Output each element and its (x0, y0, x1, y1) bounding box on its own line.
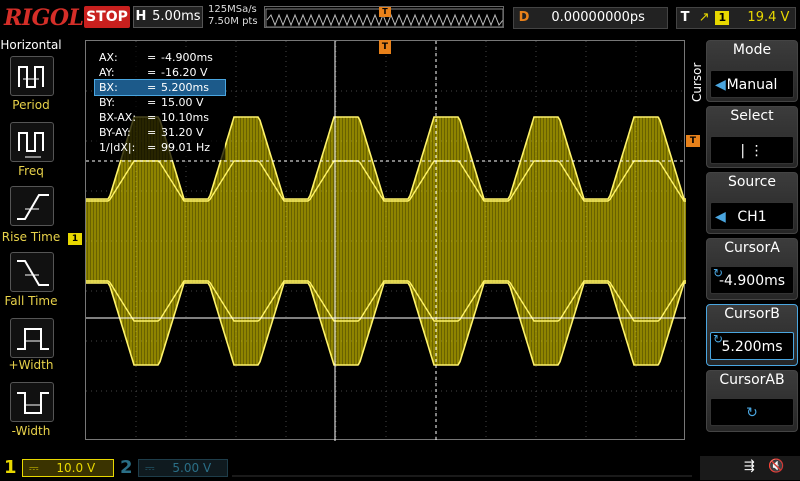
mode-value: ◀ Manual (710, 70, 794, 98)
source-value: ◀ CH1 (710, 202, 794, 230)
frequency-button[interactable] (10, 122, 54, 162)
trigger-indicator[interactable]: T ↗ 1 19.4 V (676, 7, 796, 29)
status-bar-stripes (232, 459, 692, 477)
cursor-ab-knob-icon: ↻ (710, 398, 794, 426)
ch2-number[interactable]: 2 (120, 457, 136, 479)
top-status-bar: RIGOL STOP H 5.00ms 125MSa/s 7.50M pts T… (0, 0, 800, 36)
delay-key: D (518, 10, 530, 25)
readout-row-by: BY: = 15.00 V (99, 96, 204, 109)
cursor-ab-label: CursorAB (719, 372, 785, 388)
readout-row-ax: AX: = -4.900ms (99, 51, 213, 64)
ch1-offset-marker[interactable]: 1 (68, 233, 82, 245)
positive-width-button[interactable] (10, 318, 54, 358)
dc-coupling-icon: ⎓ (145, 461, 155, 475)
horizontal-measure-menu: Horizontal Period Freq Rise Time Fall Ti… (0, 36, 62, 456)
timebase-indicator[interactable]: H 5.00ms (133, 6, 203, 28)
mode-label: Mode (732, 42, 772, 58)
sample-rate: 125MSa/s (208, 4, 257, 15)
left-arrow-icon: ◀ (715, 77, 726, 93)
negative-width-button[interactable] (10, 382, 54, 422)
mute-icon: 🔇 (768, 459, 785, 474)
stripe-decoration (232, 475, 692, 477)
source-label: Source (727, 174, 777, 190)
cursor-a-label: CursorA (724, 240, 780, 256)
positive-width-label: +Width (8, 358, 54, 372)
rotate-knob-icon: ↻ (713, 266, 724, 280)
delay-indicator[interactable]: D 0.00000000ps (513, 7, 668, 29)
timebase-value: 5.00ms (152, 9, 201, 24)
fall-time-icon (17, 260, 49, 286)
system-status-area: ⇶ 🔇 (700, 456, 800, 480)
select-value: | ⋮ (710, 136, 794, 164)
memory-overview-bar: T (264, 6, 504, 28)
run-stop-indicator[interactable]: STOP (84, 6, 130, 28)
positive-width-icon (17, 328, 49, 350)
usb-icon: ⇶ (744, 459, 755, 474)
dc-coupling-icon: ⎓ (29, 461, 39, 475)
trigger-key: T (680, 10, 690, 25)
rigol-logo: RIGOL (4, 5, 84, 31)
cursor-a-value: ↻ -4.900ms (710, 266, 794, 294)
trigger-time-marker[interactable]: T (379, 40, 391, 54)
ch2-scale-box[interactable]: ⎓ 5.00 V (138, 459, 228, 477)
cursor-b-value: ↻ 5.200ms (710, 332, 794, 360)
negative-width-icon (17, 392, 49, 414)
readout-row-ay: AY: = -16.20 V (99, 66, 208, 79)
left-arrow-icon: ◀ (715, 209, 726, 225)
ch1-scale: 10.0 V (56, 461, 96, 475)
frequency-icon (18, 132, 44, 158)
horizontal-menu-title: Horizontal (0, 38, 62, 52)
trigger-source: 1 (715, 11, 730, 25)
rotate-knob-icon: ↻ (713, 332, 724, 346)
acquisition-info: 125MSa/s 7.50M pts (208, 4, 262, 32)
rising-edge-icon: ↗ (698, 10, 710, 25)
fall-time-button[interactable] (10, 252, 54, 292)
negative-width-label: -Width (11, 424, 51, 438)
ch1-number[interactable]: 1 (4, 457, 20, 479)
period-icon (18, 66, 44, 88)
timebase-key: H (135, 9, 147, 24)
ch1-scale-box[interactable]: ⎓ 10.0 V (22, 459, 114, 477)
delay-value: 0.00000000ps (551, 10, 645, 25)
fall-time-label: Fall Time (4, 294, 58, 308)
ch2-scale: 5.00 V (172, 461, 212, 475)
rise-time-label: Rise Time (1, 230, 61, 244)
rise-time-icon (17, 194, 49, 220)
rise-time-button[interactable] (10, 186, 54, 226)
memory-depth: 7.50M pts (208, 16, 258, 27)
period-button[interactable] (10, 56, 54, 96)
cursor-readout-panel: AX: = -4.900ms AY: = -16.20 V BX: = 5.200ms BY… (94, 50, 226, 160)
readout-row-bx-ax: BX-AX: = 10.10ms (99, 111, 209, 124)
readout-row-by-ay: BY-AY: = 31.20 V (99, 126, 204, 139)
readout-row-bx: BX: = 5.200ms (94, 79, 226, 96)
channel-status-bar: 1 ⎓ 10.0 V 2 ⎓ 5.00 V ⇶ 🔇 (0, 456, 800, 480)
frequency-label: Freq (18, 164, 44, 178)
cursor-b-label: CursorB (724, 306, 780, 322)
readout-row-inverse-dx: 1/|dX|: = 99.01 Hz (99, 141, 211, 154)
trigger-position-marker: T (379, 7, 391, 17)
cursor-menu-tab: Cursor (690, 62, 704, 102)
period-label: Period (12, 98, 50, 112)
select-label: Select (730, 108, 774, 124)
trigger-level: 19.4 V (747, 10, 790, 25)
